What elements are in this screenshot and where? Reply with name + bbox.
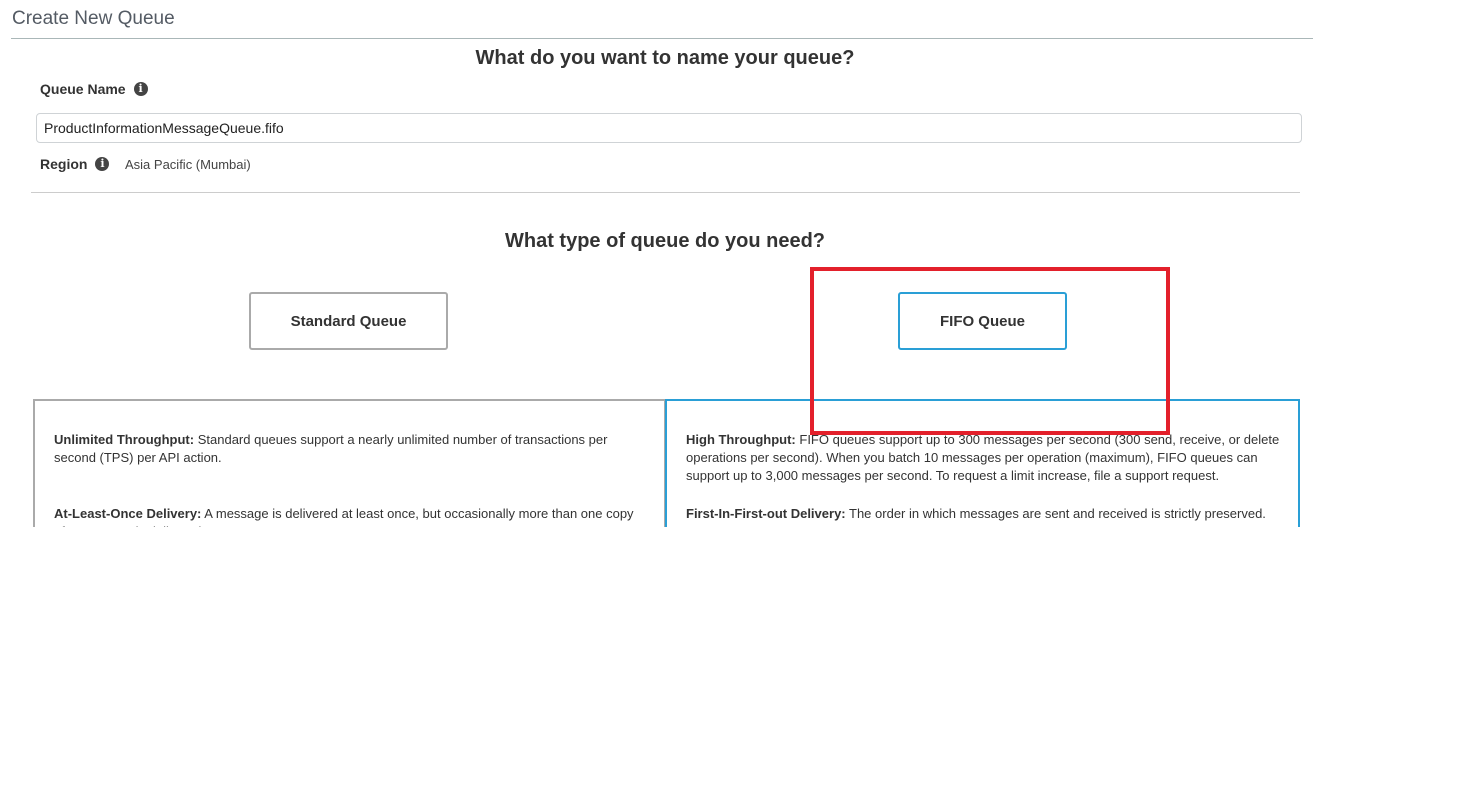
region-value: Asia Pacific (Mumbai) [125,157,251,172]
create-queue-page: Create New Queue What do you want to nam… [0,0,1470,804]
queue-name-label: Queue Name [40,81,126,97]
feature-text: The order in which messages are sent and… [849,506,1266,521]
panel-pointer-fifo [965,399,1003,401]
standard-queue-button[interactable]: Standard Queue [249,292,448,350]
blank-area [0,527,1470,804]
fifo-feature-throughput: High Throughput: FIFO queues support up … [686,431,1280,485]
region-label: Region [40,156,88,172]
region-label-row: Region i [40,156,110,172]
name-section-heading: What do you want to name your queue? [475,47,855,69]
region-info-icon[interactable]: i [95,157,110,171]
fifo-queue-button[interactable]: FIFO Queue [898,292,1067,350]
feature-title: Unlimited Throughput: [54,432,195,447]
standard-feature-throughput: Unlimited Throughput: Standard queues su… [54,431,646,467]
title-divider [11,38,1313,39]
queue-name-label-row: Queue Name i [40,81,148,97]
section-divider [31,192,1300,193]
queue-name-info-icon[interactable]: i [133,82,148,96]
queue-name-input[interactable] [36,113,1302,143]
type-section-heading: What type of queue do you need? [505,230,825,252]
fifo-queue-description-panel: High Throughput: FIFO queues support up … [665,399,1300,539]
page-title: Create New Queue [12,8,175,29]
fifo-feature-delivery: First-In-First-out Delivery: The order i… [686,505,1280,523]
panel-pointer-standard [331,399,369,401]
feature-title: First-In-First-out Delivery: [686,506,846,521]
standard-queue-description-panel: Unlimited Throughput: Standard queues su… [33,399,666,539]
feature-title: At-Least-Once Delivery: [54,506,202,521]
feature-title: High Throughput: [686,432,796,447]
